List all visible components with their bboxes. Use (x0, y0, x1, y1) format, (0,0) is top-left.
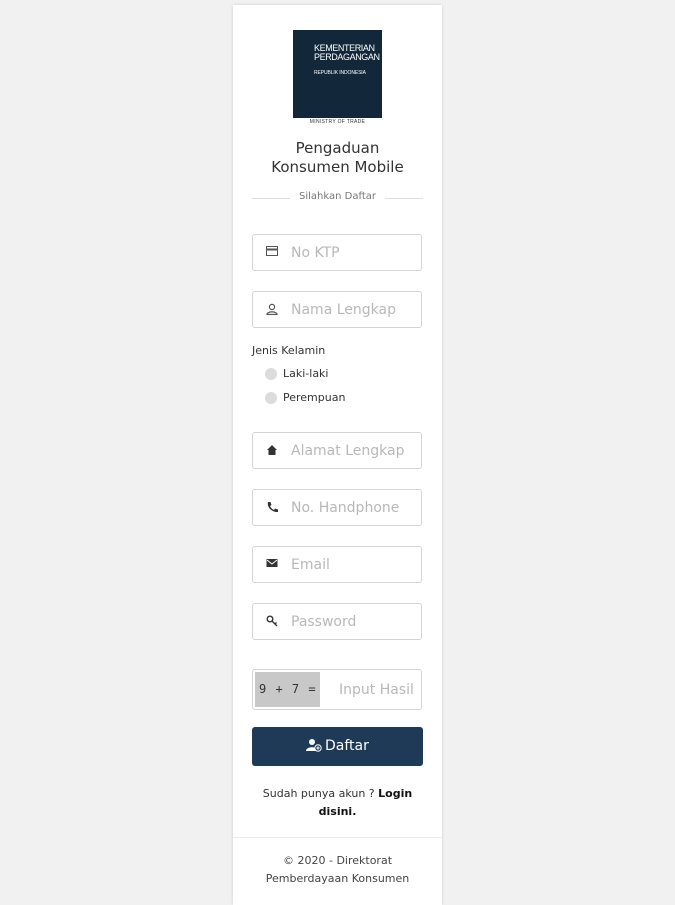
ktp-field (252, 234, 422, 271)
login-prompt: Sudah punya akun ? Login disini. (233, 785, 442, 821)
radio-male[interactable]: Laki-laki (265, 367, 415, 383)
address-input[interactable] (291, 441, 416, 461)
ktp-input[interactable] (291, 243, 416, 263)
envelope-icon (265, 558, 279, 572)
divider-text: Silahkan Daftar (299, 191, 376, 202)
footer: © 2020 - Direktorat Pemberdayaan Konsume… (233, 852, 442, 888)
radio-male-dot[interactable] (265, 368, 277, 380)
register-card: KEMENTERIAN PERDAGANGAN REPUBLIK INDONES… (233, 5, 442, 905)
key-icon (265, 615, 279, 629)
page-title-line1: Pengaduan (295, 139, 380, 157)
footer-line2: Pemberdayaan Konsumen (265, 872, 410, 885)
phone-icon (265, 501, 279, 515)
footer-divider (233, 837, 442, 838)
address-field (252, 432, 422, 469)
name-input[interactable] (291, 300, 416, 320)
phone-input[interactable] (291, 498, 416, 518)
register-button-label: Daftar (325, 738, 369, 754)
logo-caption: MINISTRY OF TRADE (309, 119, 366, 125)
radio-female-label: Perempuan (283, 391, 346, 404)
login-prompt-text: Sudah punya akun ? (262, 787, 375, 800)
radio-male-label: Laki-laki (283, 367, 329, 380)
gender-label: Jenis Kelamin (252, 344, 326, 357)
user-icon (265, 303, 279, 317)
captcha-input[interactable] (339, 680, 419, 700)
section-divider: Silahkan Daftar (252, 191, 423, 205)
logo-box: KEMENTERIAN PERDAGANGAN REPUBLIK INDONES… (293, 30, 382, 118)
logo-line2: PERDAGANGAN (314, 52, 380, 62)
user-plus-icon (306, 738, 322, 756)
radio-female[interactable]: Perempuan (265, 391, 415, 407)
email-field (252, 546, 422, 583)
register-button[interactable]: Daftar (252, 727, 423, 766)
ministry-logo: KEMENTERIAN PERDAGANGAN REPUBLIK INDONES… (293, 30, 382, 126)
divider-line-right (385, 198, 423, 199)
name-field (252, 291, 422, 328)
captcha-question-box: 9 + 7 = (255, 672, 320, 707)
captcha-question: 9 + 7 = (259, 682, 317, 696)
home-icon (265, 444, 279, 458)
password-input[interactable] (291, 612, 416, 632)
phone-field (252, 489, 422, 526)
password-field (252, 603, 422, 640)
page-title-line2: Konsumen Mobile (271, 158, 404, 176)
login-link[interactable]: Login (378, 787, 412, 800)
logo-line3: REPUBLIK INDONESIA (314, 70, 366, 76)
email-input[interactable] (291, 555, 416, 575)
card-icon (265, 246, 279, 260)
login-link-line2[interactable]: disini. (319, 805, 357, 818)
footer-line1: © 2020 - Direktorat (282, 854, 393, 867)
radio-female-dot[interactable] (265, 392, 277, 404)
captcha-field: 9 + 7 = (252, 669, 422, 710)
